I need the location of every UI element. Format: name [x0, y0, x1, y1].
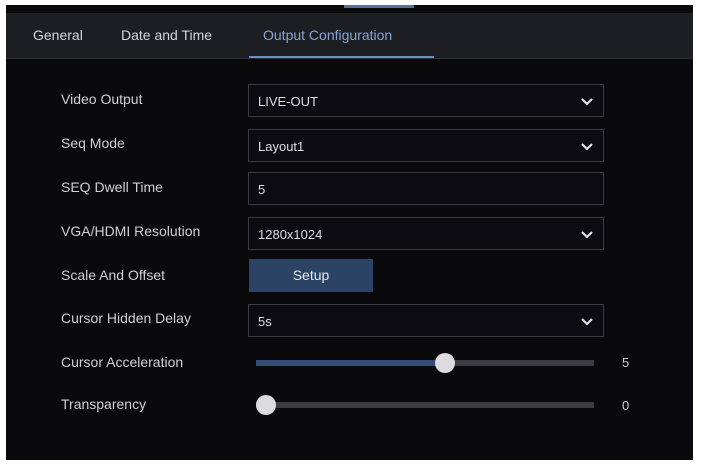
tab-output-configuration[interactable]: Output Configuration	[263, 13, 392, 58]
cursor-acceleration-slider[interactable]	[256, 352, 594, 374]
cursor-acceleration-label: Cursor Acceleration	[61, 354, 184, 370]
slider-thumb[interactable]	[435, 353, 456, 373]
cursor-hidden-delay-label: Cursor Hidden Delay	[61, 310, 191, 326]
transparency-value: 0	[622, 398, 630, 413]
resolution-label: VGA/HDMI Resolution	[61, 223, 201, 239]
seq-mode-value: Layout1	[258, 139, 305, 154]
seq-dwell-time-value: 5	[258, 182, 266, 197]
top-accent-bar	[344, 5, 414, 8]
cursor-hidden-delay-select[interactable]: 5s	[248, 304, 604, 337]
transparency-label: Transparency	[61, 396, 147, 412]
video-output-value: LIVE-OUT	[258, 94, 318, 109]
cursor-hidden-delay-value: 5s	[258, 314, 272, 329]
video-output-select[interactable]: LIVE-OUT	[248, 84, 604, 117]
chevron-down-icon	[581, 98, 593, 106]
scale-and-offset-label: Scale And Offset	[61, 267, 166, 283]
chevron-down-icon	[581, 143, 593, 151]
seq-dwell-time-label: SEQ Dwell Time	[61, 179, 163, 195]
seq-mode-select[interactable]: Layout1	[248, 129, 604, 162]
seq-dwell-time-input[interactable]: 5	[248, 172, 604, 205]
resolution-select[interactable]: 1280x1024	[248, 217, 604, 250]
cursor-acceleration-value: 5	[622, 355, 630, 370]
output-configuration-panel: General Date and Time Output Configurati…	[6, 5, 693, 460]
seq-mode-label: Seq Mode	[61, 135, 125, 151]
slider-track	[256, 402, 594, 408]
tab-bar: General Date and Time Output Configurati…	[6, 13, 693, 59]
transparency-slider[interactable]	[256, 394, 594, 416]
chevron-down-icon	[581, 318, 593, 326]
tab-date-and-time[interactable]: Date and Time	[121, 13, 212, 58]
active-tab-indicator	[249, 56, 434, 58]
chevron-down-icon	[581, 231, 593, 239]
resolution-value: 1280x1024	[258, 227, 323, 242]
setup-button[interactable]: Setup	[249, 259, 373, 292]
video-output-label: Video Output	[61, 91, 143, 107]
slider-fill	[256, 360, 446, 366]
tab-general[interactable]: General	[33, 13, 83, 58]
slider-thumb[interactable]	[256, 395, 277, 415]
